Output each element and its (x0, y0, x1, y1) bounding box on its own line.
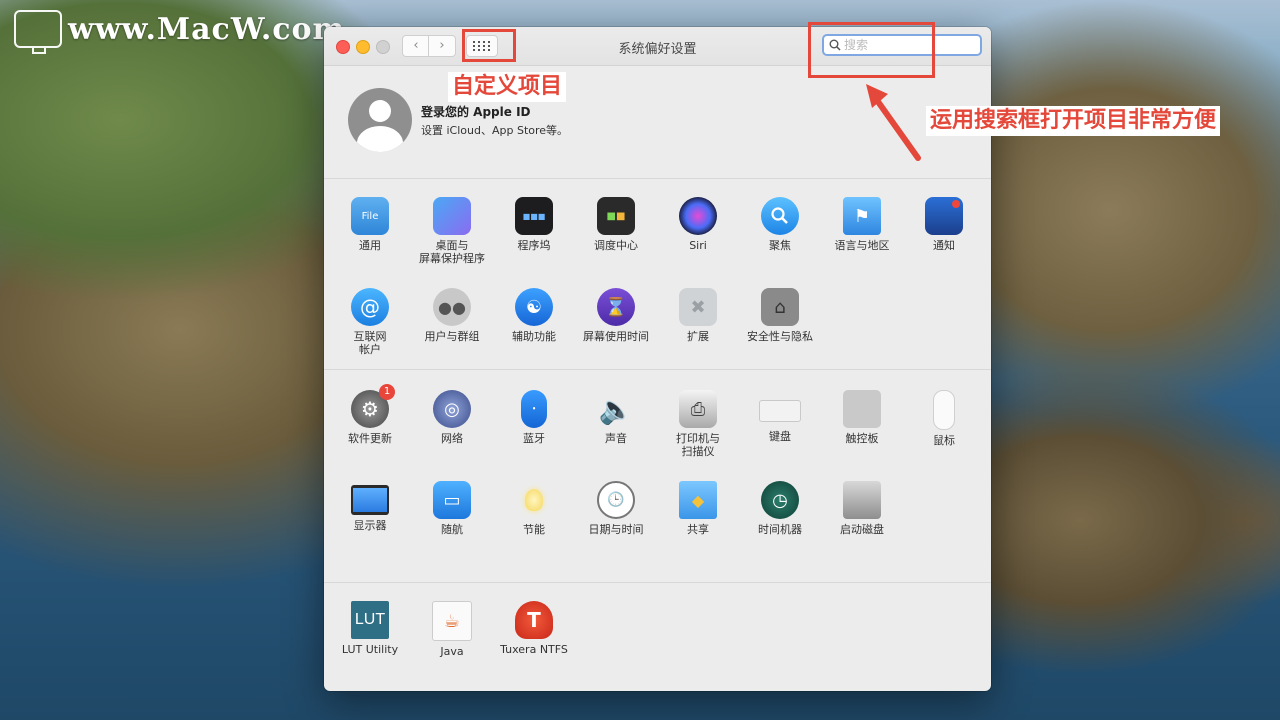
pref-extensions[interactable]: ✖ 扩展 (657, 288, 739, 343)
pref-trackpad[interactable]: 触控板 (821, 390, 903, 445)
preferences-section-hardware: ⚙ 1 软件更新 ◎ 网络 ᛫ 蓝牙 🔈 声音 ⎙ 打印机与 扫描仪 键盘 触控板 (324, 370, 991, 583)
siri-icon (679, 197, 717, 235)
pref-lut-utility[interactable]: LUT LUT Utility (329, 601, 411, 656)
pref-general[interactable]: File 通用 (329, 197, 411, 252)
printer-icon: ⎙ (679, 390, 717, 428)
tuxera-icon: T (515, 601, 553, 639)
annotation-customize: 自定义项目 (448, 72, 567, 102)
startup-disk-icon (843, 481, 881, 519)
pref-date-time[interactable]: 🕒 日期与时间 (575, 481, 657, 536)
avatar[interactable] (348, 88, 412, 152)
pref-startup-disk[interactable]: 启动磁盘 (821, 481, 903, 536)
language-icon: ⚑ (843, 197, 881, 235)
security-icon: ⌂ (761, 288, 799, 326)
software-update-icon: ⚙ 1 (351, 384, 395, 428)
general-icon: File (351, 197, 389, 235)
desktop-icon (433, 197, 471, 235)
mouse-icon (933, 390, 955, 430)
annotation-search-tip: 运用搜索框打开项目非常方便 (926, 106, 1221, 136)
pref-dock[interactable]: ■■■ 程序坞 (493, 197, 575, 252)
screen-time-icon: ⌛ (597, 288, 635, 326)
preferences-section-other: LUT LUT Utility ☕ Java T Tuxera NTFS (324, 583, 991, 691)
pref-java[interactable]: ☕ Java (411, 601, 493, 658)
pref-sharing[interactable]: ◆ 共享 (657, 481, 739, 536)
energy-saver-icon (515, 481, 553, 519)
time-machine-icon: ◷ (761, 481, 799, 519)
watermark-text: www.MacW.com (68, 11, 346, 47)
network-icon: ◎ (433, 390, 471, 428)
pref-network[interactable]: ◎ 网络 (411, 390, 493, 445)
users-icon: ●● (433, 288, 471, 326)
sound-icon: 🔈 (598, 392, 634, 426)
sidecar-icon: ▭ (433, 481, 471, 519)
annotation-arrow-icon (866, 84, 921, 161)
pref-software-update[interactable]: ⚙ 1 软件更新 (329, 384, 411, 445)
pref-mission-control[interactable]: ■ ■ 调度中心 (575, 197, 657, 252)
pref-siri[interactable]: Siri (657, 197, 739, 252)
pref-desktop[interactable]: 桌面与 屏幕保护程序 (411, 197, 493, 265)
trackpad-icon (843, 390, 881, 428)
accessibility-icon: ☯ (515, 288, 553, 326)
pref-bluetooth[interactable]: ᛫ 蓝牙 (493, 390, 575, 445)
bluetooth-icon: ᛫ (521, 390, 547, 428)
preferences-section-personal: File 通用 桌面与 屏幕保护程序 ■■■ 程序坞 ■ ■ 调度中心 Siri … (324, 179, 991, 370)
java-icon: ☕ (432, 601, 472, 641)
pref-accessibility[interactable]: ☯ 辅助功能 (493, 288, 575, 343)
pref-displays[interactable]: 显示器 (329, 481, 411, 532)
pref-language[interactable]: ⚑ 语言与地区 (821, 197, 903, 252)
pref-printers[interactable]: ⎙ 打印机与 扫描仪 (657, 390, 739, 458)
annotation-box-search (808, 22, 935, 78)
lut-utility-icon: LUT (351, 601, 389, 639)
sharing-icon: ◆ (679, 481, 717, 519)
annotation-box-customize (462, 29, 516, 62)
pref-time-machine[interactable]: ◷ 时间机器 (739, 481, 821, 536)
pref-users[interactable]: ●● 用户与群组 (411, 288, 493, 343)
watermark: www.MacW.com (14, 10, 346, 54)
pref-mouse[interactable]: 鼠标 (903, 390, 985, 447)
pref-energy-saver[interactable]: 节能 (493, 481, 575, 536)
mission-control-icon: ■ ■ (597, 197, 635, 235)
dock-icon: ■■■ (515, 197, 553, 235)
pref-tuxera-ntfs[interactable]: T Tuxera NTFS (493, 601, 575, 656)
pref-sidecar[interactable]: ▭ 随航 (411, 481, 493, 536)
extensions-icon: ✖ (679, 288, 717, 326)
date-time-icon: 🕒 (597, 481, 635, 519)
apple-id-title[interactable]: 登录您的 Apple ID (421, 103, 531, 120)
pref-sound[interactable]: 🔈 声音 (575, 390, 657, 446)
internet-accounts-icon: @ (351, 288, 389, 326)
keyboard-icon (759, 400, 801, 422)
spotlight-icon (761, 197, 799, 235)
displays-icon (351, 485, 389, 515)
notifications-icon (925, 197, 963, 235)
pref-internet-accounts[interactable]: @ 互联网 帐户 (329, 288, 411, 356)
pref-keyboard[interactable]: 键盘 (739, 390, 821, 443)
monitor-icon (14, 10, 62, 54)
update-badge: 1 (379, 384, 395, 400)
apple-id-subtitle: 设置 iCloud、App Store等。 (421, 124, 569, 137)
pref-spotlight[interactable]: 聚焦 (739, 197, 821, 252)
pref-security[interactable]: ⌂ 安全性与隐私 (739, 288, 821, 343)
pref-notifications[interactable]: 通知 (903, 197, 985, 252)
pref-screen-time[interactable]: ⌛ 屏幕使用时间 (575, 288, 657, 343)
